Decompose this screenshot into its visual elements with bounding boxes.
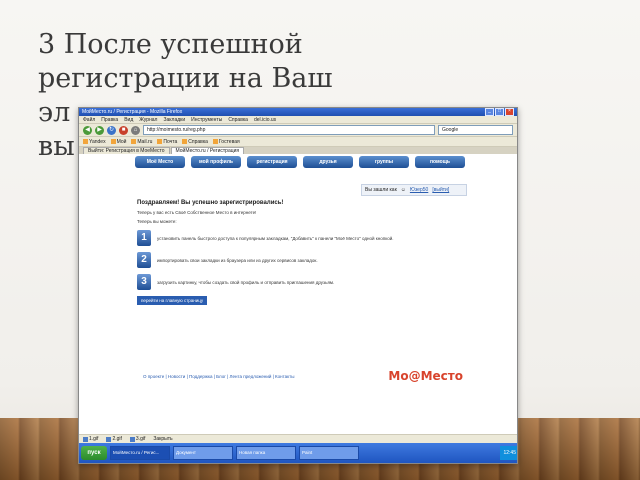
system-clock: 12:45 bbox=[500, 446, 517, 460]
task-browser[interactable]: МойМесто.ru / Регис... bbox=[110, 446, 170, 460]
registration-success-content: Поздравляем! Вы успешно зарегистрировали… bbox=[137, 200, 467, 305]
stop-icon[interactable]: ■ bbox=[119, 125, 128, 135]
user-icon: ☺ bbox=[400, 187, 406, 193]
step-3-number: 3 bbox=[137, 274, 151, 290]
close-label: Закрыть bbox=[153, 436, 173, 442]
bookmark-label: Yandex bbox=[89, 138, 106, 145]
download-label: 2.gif bbox=[112, 436, 122, 442]
home-icon[interactable]: ⌂ bbox=[131, 125, 140, 135]
step-1-text: установить панель быстрого доступа к поп… bbox=[157, 235, 394, 241]
reload-icon[interactable]: ↻ bbox=[107, 125, 116, 135]
login-text: Вы зашли как bbox=[365, 187, 397, 193]
menu-edit[interactable]: Правка bbox=[101, 117, 118, 123]
download-close[interactable]: Закрыть bbox=[153, 436, 172, 442]
task-folder[interactable]: Новая папка bbox=[236, 446, 296, 460]
menu-history[interactable]: Журнал bbox=[139, 117, 157, 123]
web-page: Моё Место мой профиль регистрация друзья… bbox=[79, 154, 517, 448]
nav-profile[interactable]: мой профиль bbox=[191, 156, 241, 168]
navigation-toolbar: ◀ ▶ ↻ ■ ⌂ http://moimesto.ru/reg.php Goo… bbox=[79, 124, 517, 137]
menu-tools[interactable]: Инструменты bbox=[191, 117, 222, 123]
nav-friends[interactable]: друзья bbox=[303, 156, 353, 168]
windows-taskbar: пуск МойМесто.ru / Регис... Документ Нов… bbox=[79, 443, 517, 463]
window-title: МойМесто.ru / Регистрация - Mozilla Fire… bbox=[82, 109, 183, 115]
site-navigation: Моё Место мой профиль регистрация друзья… bbox=[135, 156, 465, 170]
now-line: Теперь у вас есть Своё Собственное Место… bbox=[137, 210, 257, 215]
search-field[interactable]: Google bbox=[438, 125, 513, 135]
bookmark-icon bbox=[131, 139, 137, 144]
bookmark-label: Гостевая bbox=[218, 138, 240, 145]
menu-file[interactable]: Файл bbox=[83, 117, 95, 123]
slide-title-line-2: регистрации на Ваш bbox=[38, 63, 333, 94]
logo-left: Мо bbox=[388, 369, 409, 383]
start-button[interactable]: пуск bbox=[81, 446, 107, 460]
bookmark-yandex[interactable]: Yandex bbox=[83, 139, 106, 145]
step-2-number: 2 bbox=[137, 252, 151, 268]
logout-link[interactable]: [выйти] bbox=[432, 187, 449, 193]
nav-moe-mesto[interactable]: Моё Место bbox=[135, 156, 185, 168]
task-document[interactable]: Документ bbox=[173, 446, 233, 460]
download-label: 3.gif bbox=[135, 436, 146, 442]
bookmark-icon bbox=[182, 139, 188, 144]
step-2-text: импортировать свои закладки из браузера … bbox=[157, 257, 318, 263]
bookmark-label: Почта bbox=[163, 138, 178, 145]
username-link[interactable]: Юзер50 bbox=[410, 187, 428, 193]
bookmarks-toolbar: Yandex Мой Mail.ru Почта Справка Гостева… bbox=[79, 137, 517, 147]
download-item-2[interactable]: 2.gif bbox=[106, 436, 122, 442]
step-3-text: загрузить картинку, чтобы создать свой п… bbox=[157, 279, 335, 285]
nav-registration[interactable]: регистрация bbox=[247, 156, 297, 168]
file-icon bbox=[83, 436, 88, 442]
downloads-bar: 1.gif 2.gif 3.gif Закрыть bbox=[79, 434, 517, 443]
nav-groups[interactable]: группы bbox=[359, 156, 409, 168]
back-icon[interactable]: ◀ bbox=[83, 125, 92, 135]
bookmark-icon bbox=[110, 139, 116, 144]
task-paint[interactable]: Paint bbox=[299, 446, 359, 460]
download-label: 1.gif bbox=[89, 436, 99, 442]
step-3: 3 загрузить картинку, чтобы создать свой… bbox=[137, 274, 467, 290]
bookmark-mailru[interactable]: Mail.ru bbox=[131, 139, 152, 145]
menu-help[interactable]: Справка bbox=[228, 117, 248, 123]
logo-at: @ bbox=[408, 369, 421, 383]
step-2: 2 импортировать свои закладки из браузер… bbox=[137, 252, 467, 268]
login-status-box: Вы зашли как ☺ Юзер50 [выйти] bbox=[361, 184, 467, 196]
maximize-button[interactable]: □ bbox=[495, 108, 504, 116]
address-bar[interactable]: http://moimesto.ru/reg.php bbox=[143, 125, 435, 135]
bookmark-pochta[interactable]: Почта bbox=[157, 139, 177, 145]
site-footer: О проекте | Новости | Поддержка | Блог |… bbox=[143, 369, 463, 383]
bookmark-icon bbox=[157, 139, 163, 144]
site-logo[interactable]: Мо@Место bbox=[388, 369, 463, 383]
bookmark-label: Мой bbox=[116, 138, 127, 145]
go-home-button[interactable]: перейти на главную страницу bbox=[137, 296, 208, 305]
forward-icon[interactable]: ▶ bbox=[95, 125, 104, 135]
bookmark-label: Mail.ru bbox=[137, 138, 153, 145]
bookmark-moi[interactable]: Мой bbox=[110, 138, 127, 145]
menu-bar: Файл Правка Вид Журнал Закладки Инструме… bbox=[79, 116, 517, 124]
menu-view[interactable]: Вид bbox=[124, 117, 133, 123]
bookmark-spravka[interactable]: Справка bbox=[182, 139, 208, 145]
minimize-button[interactable]: _ bbox=[485, 108, 494, 116]
window-titlebar: МойМесто.ru / Регистрация - Mozilla Fire… bbox=[79, 108, 517, 116]
slide-title-line-1: 3 После успешной bbox=[38, 29, 303, 60]
download-item-3[interactable]: 3.gif bbox=[129, 436, 146, 442]
footer-links[interactable]: О проекте | Новости | Поддержка | Блог |… bbox=[143, 374, 294, 379]
browser-screenshot: МойМесто.ru / Регистрация - Mozilla Fire… bbox=[78, 107, 518, 464]
logo-right: Место bbox=[420, 369, 463, 383]
step-1-number: 1 bbox=[137, 230, 151, 246]
download-item-1[interactable]: 1.gif bbox=[83, 436, 98, 442]
step-1: 1 установить панель быстрого доступа к п… bbox=[137, 230, 467, 246]
can-line: Теперь вы можете: bbox=[137, 219, 177, 224]
bookmark-guestbook[interactable]: Гостевая bbox=[212, 138, 240, 145]
bookmark-label: Справка bbox=[188, 138, 208, 145]
close-button[interactable]: × bbox=[505, 108, 514, 116]
file-icon bbox=[106, 436, 112, 442]
menu-bookmarks[interactable]: Закладки bbox=[163, 117, 185, 123]
menu-delicious[interactable]: del.icio.us bbox=[254, 117, 276, 123]
bookmark-icon bbox=[212, 139, 218, 144]
congrats-heading: Поздравляем! Вы успешно зарегистрировали… bbox=[137, 200, 284, 206]
file-icon bbox=[129, 436, 135, 442]
bookmark-icon bbox=[83, 139, 88, 144]
nav-help[interactable]: помощь bbox=[415, 156, 465, 168]
